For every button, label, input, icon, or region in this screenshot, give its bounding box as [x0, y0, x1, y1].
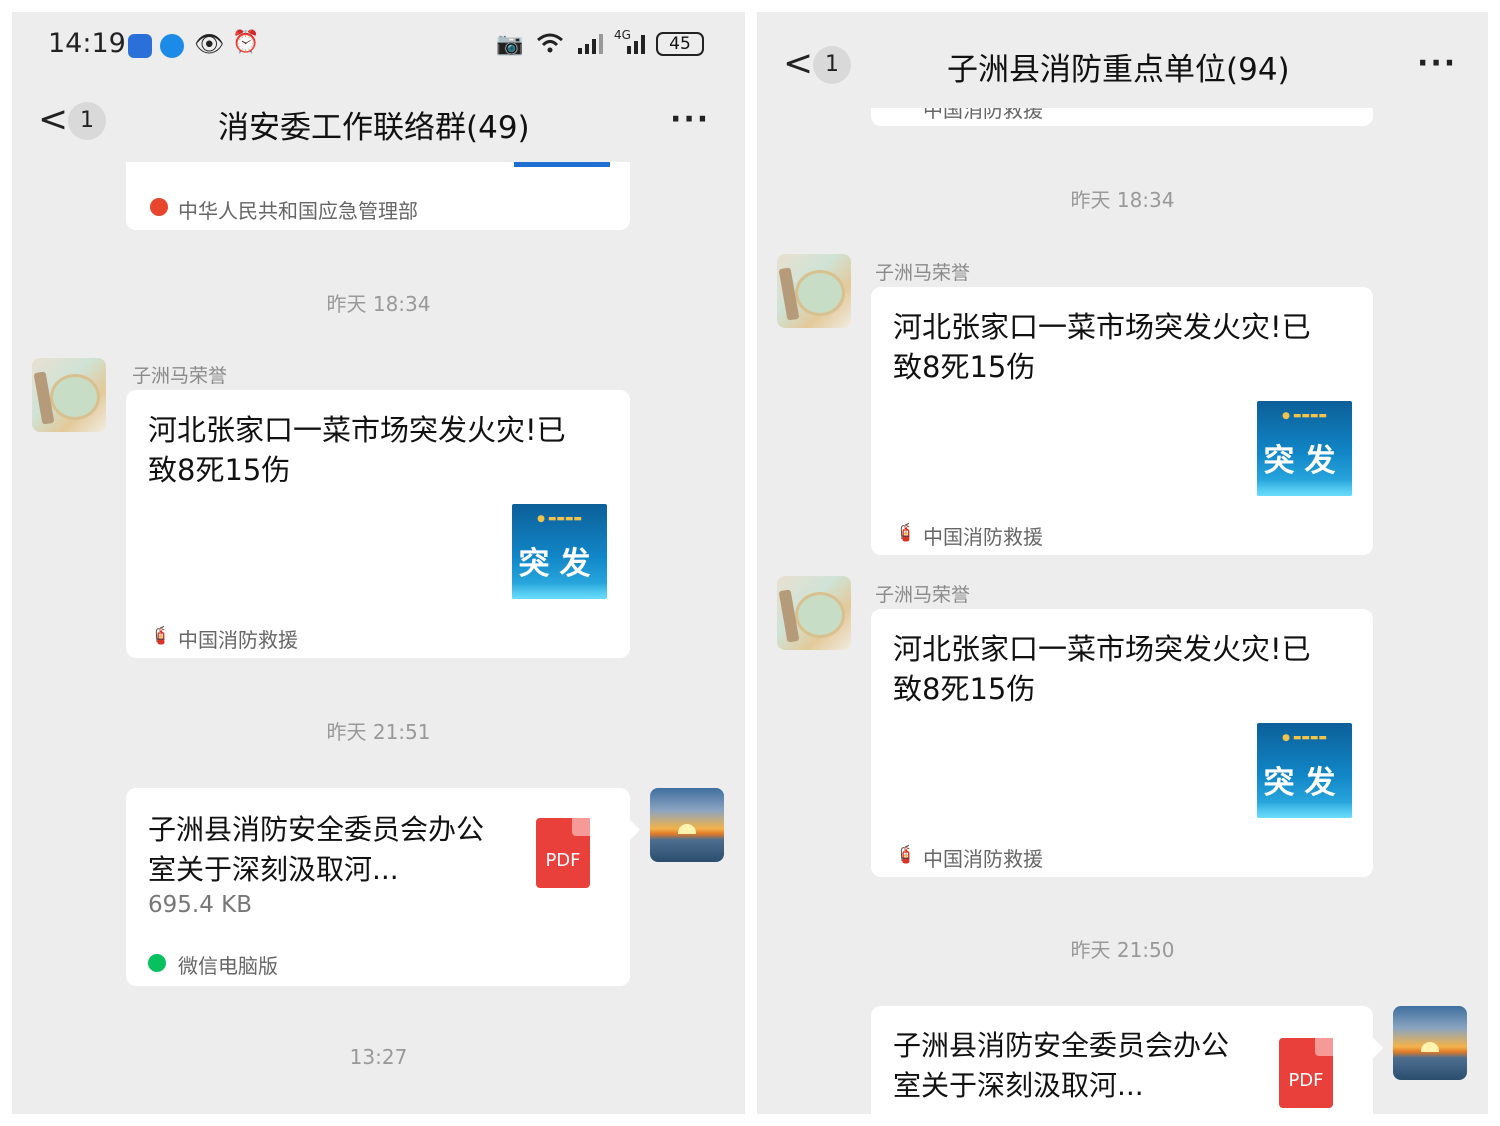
signal-icon-2: [626, 32, 648, 56]
article-source: 中国消防救援: [178, 628, 298, 652]
right-chat-screen: < 1 子洲县消防重点单位(94) ··· 中国消防救援 昨天 18:34 子洲…: [757, 12, 1488, 1114]
bubble-pointer: [1373, 1038, 1383, 1058]
back-button[interactable]: <: [783, 46, 813, 82]
file-message-card[interactable]: 子洲县消防安全委员会办公室关于深刻汲取河... PDF: [871, 1006, 1373, 1114]
sender-avatar[interactable]: [32, 358, 106, 432]
article-source: 中国消防救援: [923, 525, 1043, 549]
article-thumbnail: ● ▬▬▬▬ 突发: [1257, 401, 1352, 496]
my-avatar[interactable]: [1393, 1006, 1467, 1080]
fire-rescue-icon: 🧯: [895, 523, 917, 543]
thumbnail-edge: [514, 162, 610, 167]
timestamp: 昨天 18:34: [326, 292, 431, 316]
chat-title: 子洲县消防重点单位(94): [947, 52, 1290, 88]
wechat-icon: [148, 954, 166, 972]
wifi-icon: [534, 30, 566, 54]
thumbnail-text: 突发: [1263, 443, 1346, 479]
unread-badge[interactable]: 1: [813, 46, 851, 84]
left-chat-screen: 14:19 👁 ⏰ 📷 4G 45 < 1 消安委工作联络群(49) ··· 中…: [12, 12, 745, 1114]
unread-badge[interactable]: 1: [68, 102, 106, 140]
timestamp: 昨天 21:51: [326, 720, 431, 744]
more-options-button[interactable]: ···: [1417, 46, 1457, 81]
sender-name: 子洲马荣誉: [875, 262, 971, 284]
sender-avatar[interactable]: [777, 254, 851, 328]
article-thumbnail: ● ▬▬▬▬ 突发: [1257, 723, 1352, 818]
thumbnail-text: 突发: [518, 546, 601, 582]
more-options-button[interactable]: ···: [670, 102, 710, 137]
signal-icon: [576, 32, 604, 56]
sender-name: 子洲马荣誉: [132, 365, 228, 387]
fire-rescue-icon: 🧯: [895, 845, 917, 865]
article-title: 河北张家口一菜市场突发火灾!已致8死15伤: [893, 632, 1311, 706]
status-time: 14:19: [48, 28, 126, 59]
thumbnail-logo: ● ▬▬▬▬: [1282, 411, 1327, 421]
article-title: 河北张家口一菜市场突发火灾!已致8死15伤: [893, 310, 1311, 384]
article-thumbnail: ● ▬▬▬▬ 突发: [512, 504, 607, 599]
shared-article-card[interactable]: 河北张家口一菜市场突发火灾!已致8死15伤 ● ▬▬▬▬ 突发 🧯 中国消防救援: [871, 287, 1373, 555]
thumbnail-logo: ● ▬▬▬▬: [1282, 733, 1327, 743]
pdf-file-icon: PDF: [536, 818, 590, 888]
bubble-pointer: [630, 820, 640, 840]
battery-indicator: 45: [656, 32, 704, 56]
sender-name: 子洲马荣誉: [875, 584, 971, 606]
shared-article-card-partial[interactable]: 中国消防救援: [871, 108, 1373, 126]
thumbnail-logo: ● ▬▬▬▬: [537, 514, 582, 524]
pdf-file-icon: PDF: [1279, 1038, 1333, 1108]
file-title: 子洲县消防安全委员会办公室关于深刻汲取河...: [893, 1029, 1230, 1102]
back-button[interactable]: <: [38, 102, 68, 138]
timestamp: 13:27: [349, 1045, 408, 1069]
app-notification-icon: [128, 34, 152, 58]
fire-rescue-icon: 🧯: [150, 626, 172, 646]
sender-avatar[interactable]: [777, 576, 851, 650]
chat-title: 消安委工作联络群(49): [218, 110, 530, 146]
article-source: 中国消防救援: [923, 847, 1043, 871]
file-message-card[interactable]: 子洲县消防安全委员会办公室关于深刻汲取河... 695.4 KB PDF 微信电…: [126, 788, 630, 986]
thumbnail-text: 突发: [1263, 765, 1346, 801]
file-title: 子洲县消防安全委员会办公室关于深刻汲取河...: [148, 813, 485, 886]
emblem-icon: [150, 198, 168, 216]
camera-icon: 📷: [496, 32, 524, 57]
timestamp: 昨天 21:50: [1070, 938, 1175, 962]
shared-article-card-partial[interactable]: 中华人民共和国应急管理部: [126, 162, 630, 230]
my-avatar[interactable]: [650, 788, 724, 862]
article-source: 中华人民共和国应急管理部: [178, 199, 418, 223]
shared-article-card[interactable]: 河北张家口一菜市场突发火灾!已致8死15伤 ● ▬▬▬▬ 突发 🧯 中国消防救援: [871, 609, 1373, 877]
file-size: 695.4 KB: [148, 892, 253, 918]
shared-article-card[interactable]: 河北张家口一菜市场突发火灾!已致8死15伤 ● ▬▬▬▬ 突发 🧯 中国消防救援: [126, 390, 630, 658]
timestamp: 昨天 18:34: [1070, 188, 1175, 212]
eye-icon: 👁: [194, 30, 225, 58]
article-title: 河北张家口一菜市场突发火灾!已致8死15伤: [148, 413, 566, 487]
article-source: 中国消防救援: [923, 108, 1043, 122]
file-source: 微信电脑版: [178, 954, 278, 978]
alarm-icon: ⏰: [232, 30, 260, 55]
compass-app-icon: [160, 34, 184, 58]
